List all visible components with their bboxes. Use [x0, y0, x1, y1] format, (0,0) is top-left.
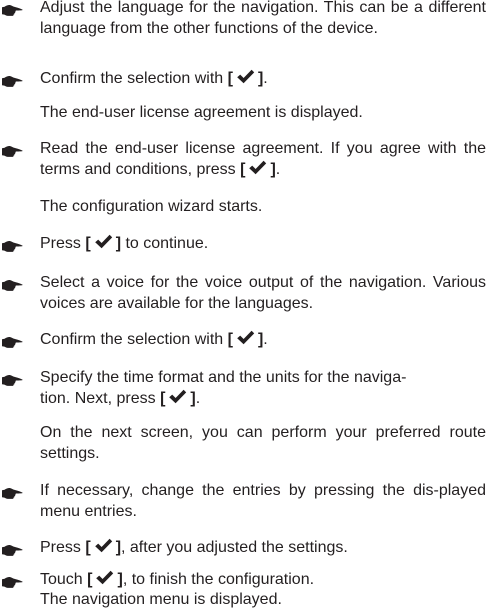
- step-text: Press: [40, 539, 81, 556]
- step-text-end: .: [275, 161, 281, 178]
- step-text: Confirm the selection with: [40, 70, 224, 87]
- step-text: Select a voice for the voice output of t…: [40, 274, 486, 312]
- bracket-open: [: [85, 539, 91, 556]
- pointing-hand-icon: [1, 239, 23, 253]
- checkmark-icon: [94, 538, 113, 553]
- checkmark-icon: [95, 570, 114, 585]
- step-text-end: , after you adjusted the settings.: [121, 539, 348, 556]
- step-text: Confirm the selection with: [40, 331, 224, 348]
- bracket-open: [: [160, 390, 166, 407]
- pointing-hand-icon: [1, 575, 23, 589]
- pointing-hand-icon: [1, 335, 23, 349]
- pointing-hand-icon: [1, 278, 23, 292]
- pointing-hand-icon: [1, 74, 23, 88]
- pointing-hand-icon: [1, 486, 23, 500]
- step-text-end: , to finish the configuration.: [122, 571, 315, 588]
- bracket-open: [: [85, 235, 91, 252]
- step-text-line1: Specify the time format and the units fo…: [40, 369, 407, 386]
- bracket-open: [: [227, 70, 233, 87]
- checkmark-icon: [248, 160, 267, 175]
- step-text: Adjust the language for the navigation. …: [40, 0, 486, 37]
- step-text-end: .: [263, 70, 268, 87]
- pointing-hand-icon: [1, 3, 23, 17]
- bracket-open: [: [240, 161, 246, 178]
- step-text: Press: [40, 235, 81, 252]
- pointing-hand-icon: [1, 543, 23, 557]
- pointing-hand-icon: [1, 144, 23, 158]
- checkmark-icon: [236, 69, 255, 84]
- bracket-close: ]: [115, 235, 122, 252]
- instruction-document: Adjust the language for the navigation. …: [0, 0, 491, 610]
- step-text: Touch: [40, 571, 83, 588]
- step-text-end: to continue.: [125, 235, 209, 252]
- checkmark-icon: [168, 389, 187, 404]
- bracket-open: [: [227, 331, 233, 348]
- step-text: If necessary, change the entries by pres…: [40, 482, 486, 520]
- step-text-end: .: [195, 390, 201, 407]
- pointing-hand-icon: [1, 373, 23, 387]
- step-result: The end-user license agreement is displa…: [40, 104, 363, 121]
- step-text-line2: tion. Next, press: [40, 390, 156, 407]
- step-result: The navigation menu is displayed.: [40, 591, 282, 608]
- checkmark-icon: [236, 330, 255, 345]
- checkmark-icon: [94, 234, 113, 249]
- bracket-open: [: [87, 571, 93, 588]
- step-result: On the next screen, you can perform your…: [40, 424, 486, 462]
- step-text-end: .: [263, 331, 268, 348]
- step-result: The configuration wizard starts.: [40, 198, 263, 215]
